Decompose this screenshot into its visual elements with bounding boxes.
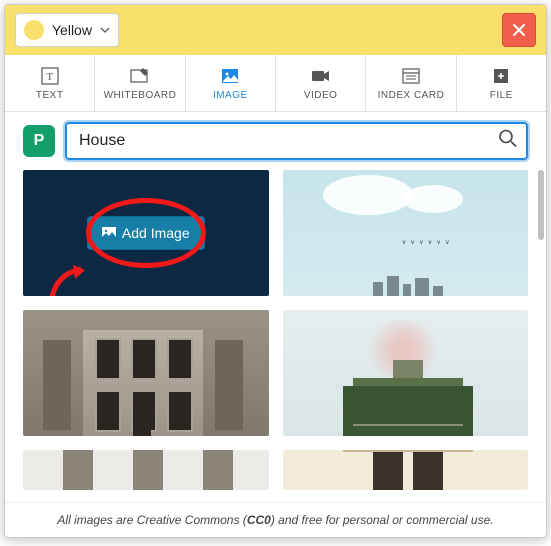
- text-icon: T: [40, 66, 60, 86]
- tab-text[interactable]: T TEXT: [5, 55, 95, 111]
- index-card-icon: [401, 66, 421, 86]
- annotation-arrow-icon: [43, 265, 93, 296]
- add-image-button[interactable]: Add Image: [87, 216, 205, 250]
- color-selector[interactable]: Yellow: [15, 13, 119, 47]
- search-input[interactable]: [65, 122, 528, 160]
- video-icon: [311, 66, 331, 86]
- tab-index-card[interactable]: INDEX CARD: [366, 55, 456, 111]
- image-result[interactable]: [23, 310, 269, 436]
- color-swatch-icon: [24, 20, 44, 40]
- whiteboard-icon: [130, 66, 150, 86]
- tab-whiteboard[interactable]: WHITEBOARD: [95, 55, 185, 111]
- image-icon: [220, 66, 240, 86]
- provider-badge[interactable]: P: [23, 125, 55, 157]
- tab-label: IMAGE: [213, 90, 248, 101]
- footer-suffix: ) and free for personal or commercial us…: [271, 513, 494, 527]
- color-label: Yellow: [52, 22, 92, 38]
- svg-text:T: T: [46, 71, 53, 83]
- image-result[interactable]: [23, 450, 269, 490]
- tab-label: INDEX CARD: [378, 90, 445, 101]
- tab-label: TEXT: [36, 90, 64, 101]
- tab-label: WHITEBOARD: [104, 90, 177, 101]
- tab-image[interactable]: IMAGE: [186, 55, 276, 111]
- scrollbar[interactable]: [538, 170, 544, 240]
- footer-prefix: All images are Creative Commons (: [57, 513, 246, 527]
- search-bar: P: [5, 112, 546, 170]
- image-result[interactable]: v v v v v v: [283, 170, 529, 296]
- tab-label: VIDEO: [304, 90, 338, 101]
- image-result[interactable]: Add Image: [23, 170, 269, 296]
- image-icon: [102, 226, 116, 240]
- footer-note: All images are Creative Commons (CC0) an…: [5, 502, 546, 537]
- search-icon[interactable]: [498, 129, 518, 154]
- close-icon: [512, 23, 526, 37]
- tab-bar: T TEXT WHITEBOARD IMAGE VIDEO I: [5, 55, 546, 112]
- image-result[interactable]: [283, 450, 529, 490]
- footer-license: CC0: [247, 513, 271, 527]
- provider-letter: P: [34, 132, 45, 150]
- header-bar: Yellow: [5, 5, 546, 55]
- results-panel: Add Image v v v v v v: [5, 170, 546, 502]
- add-image-label: Add Image: [122, 225, 190, 241]
- tab-label: FILE: [490, 90, 513, 101]
- close-button[interactable]: [502, 13, 536, 47]
- tab-video[interactable]: VIDEO: [276, 55, 366, 111]
- file-icon: [491, 66, 511, 86]
- image-result[interactable]: [283, 310, 529, 436]
- tab-file[interactable]: FILE: [457, 55, 546, 111]
- chevron-down-icon: [100, 25, 110, 35]
